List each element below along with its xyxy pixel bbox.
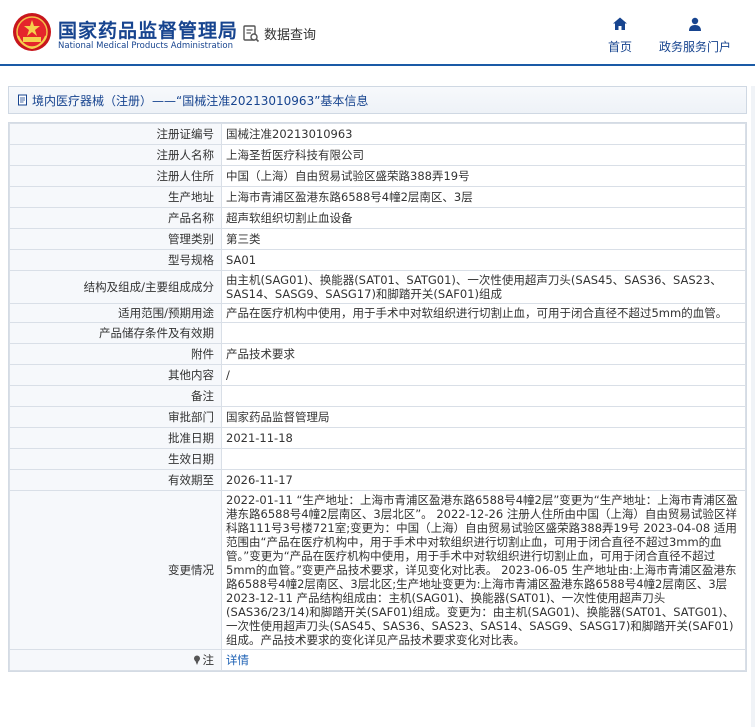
scrollbar-track[interactable] [751,86,755,727]
site-subtitle: National Medical Products Administration [58,41,233,51]
row-value [221,385,746,407]
nav-home-label: 首页 [607,40,632,54]
row-label: 适用范围/预期用途 [9,303,222,323]
national-emblem-icon [13,13,51,51]
pin-icon [193,655,200,665]
table-row: 适用范围/预期用途 产品在医疗机构中使用，用于手术中对软组织进行切割止血，可用于… [9,303,746,323]
row-label: 结构及组成/主要组成成分 [9,270,222,304]
table-row: 审批部门 国家药品监督管理局 [9,406,746,428]
row-value: 超声软组织切割止血设备 [221,207,746,229]
table-row: 管理类别 第三类 [9,228,746,250]
row-value: SA01 [221,249,746,271]
data-query-link[interactable]: 数据查询 [242,24,316,43]
row-label: 备注 [9,385,222,407]
row-label: 注册证编号 [9,123,222,145]
table-row: 批准日期 2021-11-18 [9,427,746,449]
table-row: 变更情况 2022-01-11 “生产地址：上海市青浦区盈港东路6588号4幢2… [9,490,746,650]
row-value: 由主机(SAG01)、换能器(SAT01、SATG01)、一次性使用超声刀头(S… [221,270,746,304]
row-label: 有效期至 [9,469,222,491]
row-label: 生效日期 [9,448,222,470]
table-row: 注册人名称 上海圣哲医疗科技有限公司 [9,144,746,166]
table-row: 备注 [9,385,746,407]
row-value: 2021-11-18 [221,427,746,449]
row-value [221,322,746,344]
row-label: 产品名称 [9,207,222,229]
document-search-icon [243,24,260,42]
row-label: 型号规格 [9,249,222,271]
row-value [221,448,746,470]
breadcrumb: 境内医疗器械（注册）——“国械注准20213010963”基本信息 [8,86,747,114]
table-row: 型号规格 SA01 [9,249,746,271]
note-label: 注 [9,649,222,671]
nav-gov-label: 政务服务门户 [658,40,731,54]
detail-table: 注册证编号 国械注准20213010963 注册人名称 上海圣哲医疗科技有限公司… [8,122,747,672]
table-row: 生效日期 [9,448,746,470]
header-gap [0,66,755,86]
user-icon [689,17,701,31]
site-header: 国家药品监督管理局 National Medical Products Admi… [0,0,755,66]
row-value: 中国（上海）自由贸易试验区盛荣路388弄19号 [221,165,746,187]
nav-gov-service[interactable]: 政务服务门户 [654,16,736,55]
detail-link[interactable]: 详情 [226,653,249,667]
document-icon [18,94,27,106]
row-label: 批准日期 [9,427,222,449]
table-row: 结构及组成/主要组成成分 由主机(SAG01)、换能器(SAT01、SATG01… [9,270,746,304]
table-row: 注册证编号 国械注准20213010963 [9,123,746,145]
row-value: 国械注准20213010963 [221,123,746,145]
row-label: 产品储存条件及有效期 [9,322,222,344]
row-label: 审批部门 [9,406,222,428]
home-icon [613,17,627,30]
table-row: 其他内容 / [9,364,746,386]
table-row: 附件 产品技术要求 [9,343,746,365]
row-label: 注 [202,653,215,667]
row-label: 其他内容 [9,364,222,386]
row-label: 管理类别 [9,228,222,250]
nav-home[interactable]: 首页 [602,16,638,55]
row-value: / [221,364,746,386]
table-row: 产品储存条件及有效期 [9,322,746,344]
row-label: 生产地址 [9,186,222,208]
row-label: 附件 [9,343,222,365]
table-row: 生产地址 上海市青浦区盈港东路6588号4幢2层南区、3层 [9,186,746,208]
table-row: 注 详情 [9,649,746,671]
breadcrumb-text: 境内医疗器械（注册）——“国械注准20213010963”基本信息 [32,93,369,108]
row-value: 产品在医疗机构中使用，用于手术中对软组织进行切割止血，可用于闭合直径不超过5mm… [221,303,746,323]
row-label: 注册人住所 [9,165,222,187]
row-label: 注册人名称 [9,144,222,166]
row-value: 国家药品监督管理局 [221,406,746,428]
row-value: 第三类 [221,228,746,250]
site-title: 国家药品监督管理局 [58,20,239,42]
row-value: 产品技术要求 [221,343,746,365]
row-label: 变更情况 [9,490,222,650]
table-row: 产品名称 超声软组织切割止血设备 [9,207,746,229]
row-value: 上海圣哲医疗科技有限公司 [221,144,746,166]
table-row: 有效期至 2026-11-17 [9,469,746,491]
row-value: 2026-11-17 [221,469,746,491]
change-history-value: 2022-01-11 “生产地址：上海市青浦区盈港东路6588号4幢2层”变更为… [221,490,746,650]
table-row: 注册人住所 中国（上海）自由贸易试验区盛荣路388弄19号 [9,165,746,187]
data-query-label: 数据查询 [264,28,317,43]
row-value: 上海市青浦区盈港东路6588号4幢2层南区、3层 [221,186,746,208]
